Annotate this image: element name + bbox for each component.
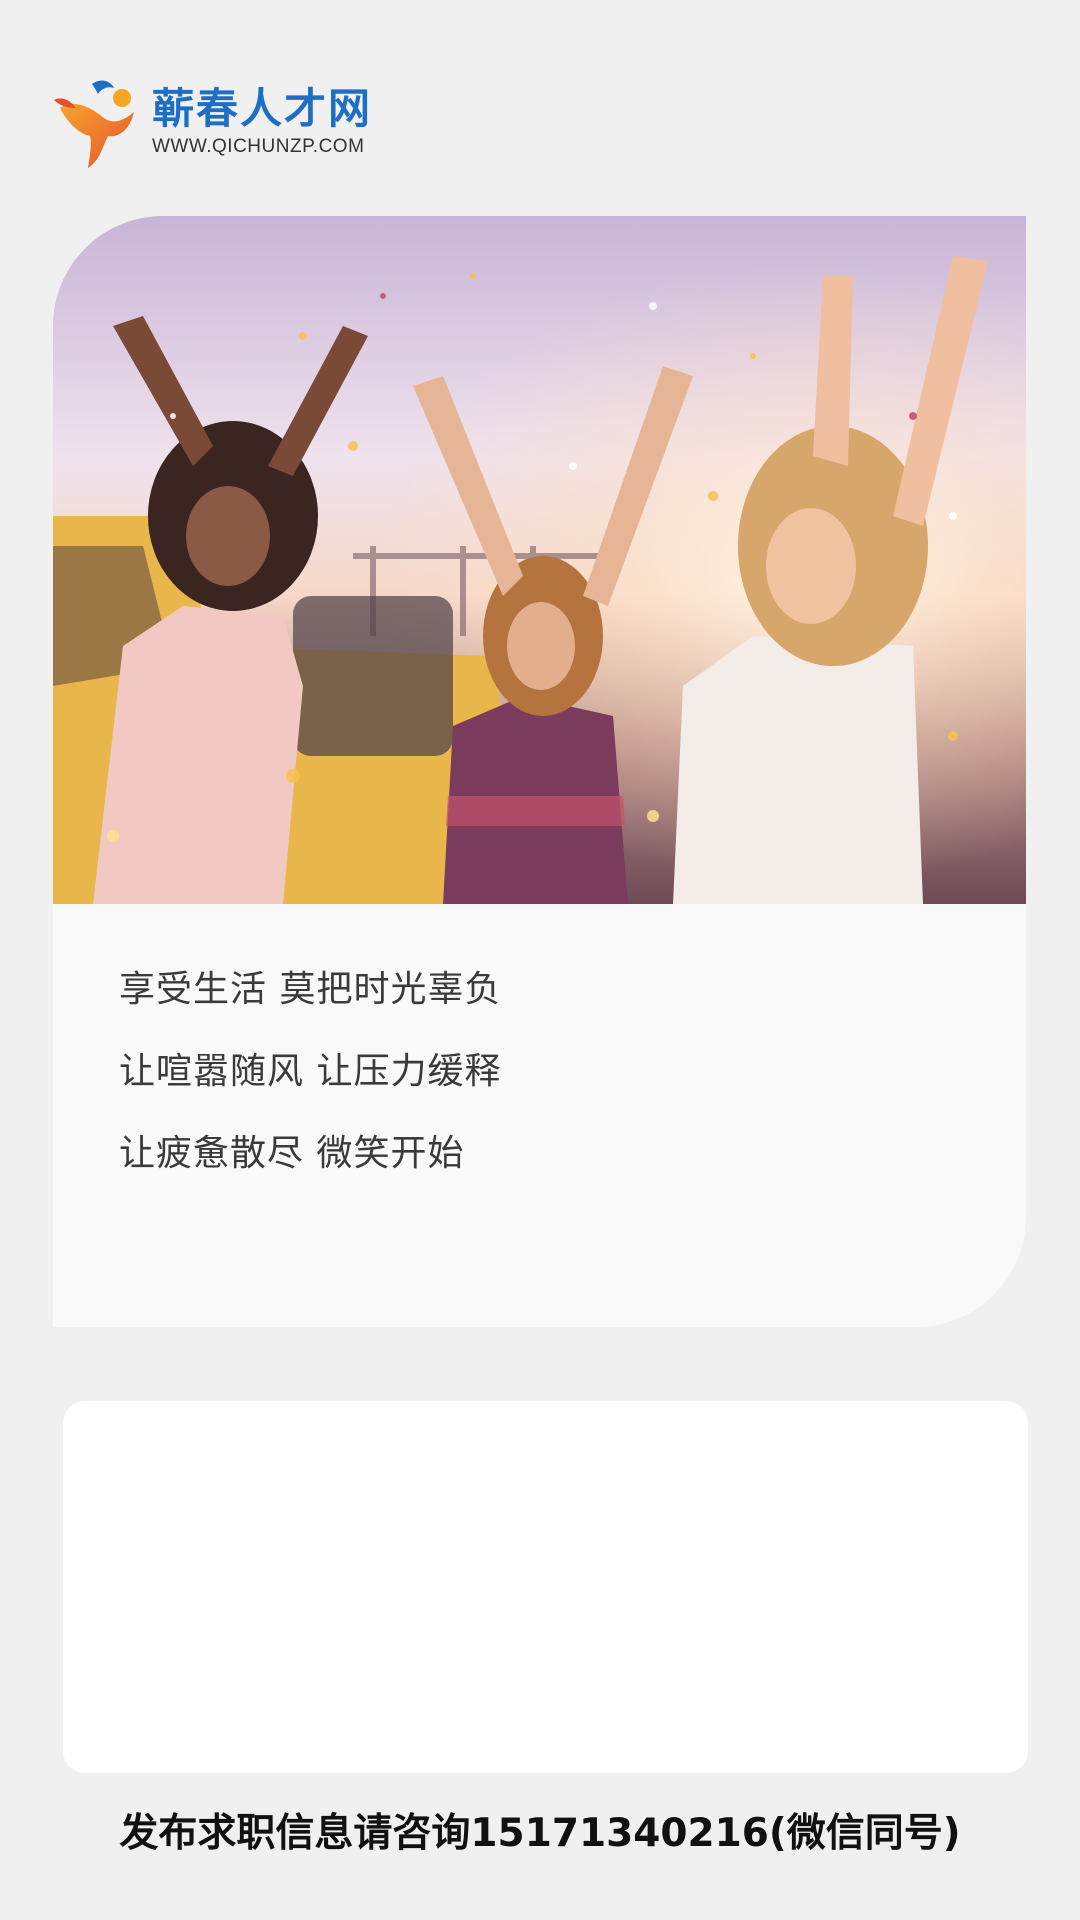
logo-text: 蕲春人才网 WWW.QICHUNZP.COM xyxy=(152,86,372,158)
running-person-logo-icon xyxy=(54,80,134,168)
celebrating-friends-photo xyxy=(53,216,1026,904)
logo-url: WWW.QICHUNZP.COM xyxy=(152,136,365,157)
hero-card: 享受生活 莫把时光辜负 让喧嚣随风 让压力缓释 让疲惫散尽 微笑开始 xyxy=(53,216,1026,1327)
blank-content-panel xyxy=(63,1401,1028,1773)
hero-line-1: 享受生活 莫把时光辜负 xyxy=(119,969,502,1010)
hero-line-2: 让喧嚣随风 让压力缓释 xyxy=(119,1051,502,1092)
hero-text: 享受生活 莫把时光辜负 让喧嚣随风 让压力缓释 让疲惫散尽 微笑开始 xyxy=(119,968,501,1214)
logo-name: 蕲春人才网 xyxy=(152,84,373,133)
hero-line-3: 让疲惫散尽 微笑开始 xyxy=(119,1133,465,1174)
contact-footer: 发布求职信息请咨询15171340216(微信同号) xyxy=(119,1811,961,1856)
site-logo[interactable]: 蕲春人才网 WWW.QICHUNZP.COM xyxy=(52,78,382,170)
